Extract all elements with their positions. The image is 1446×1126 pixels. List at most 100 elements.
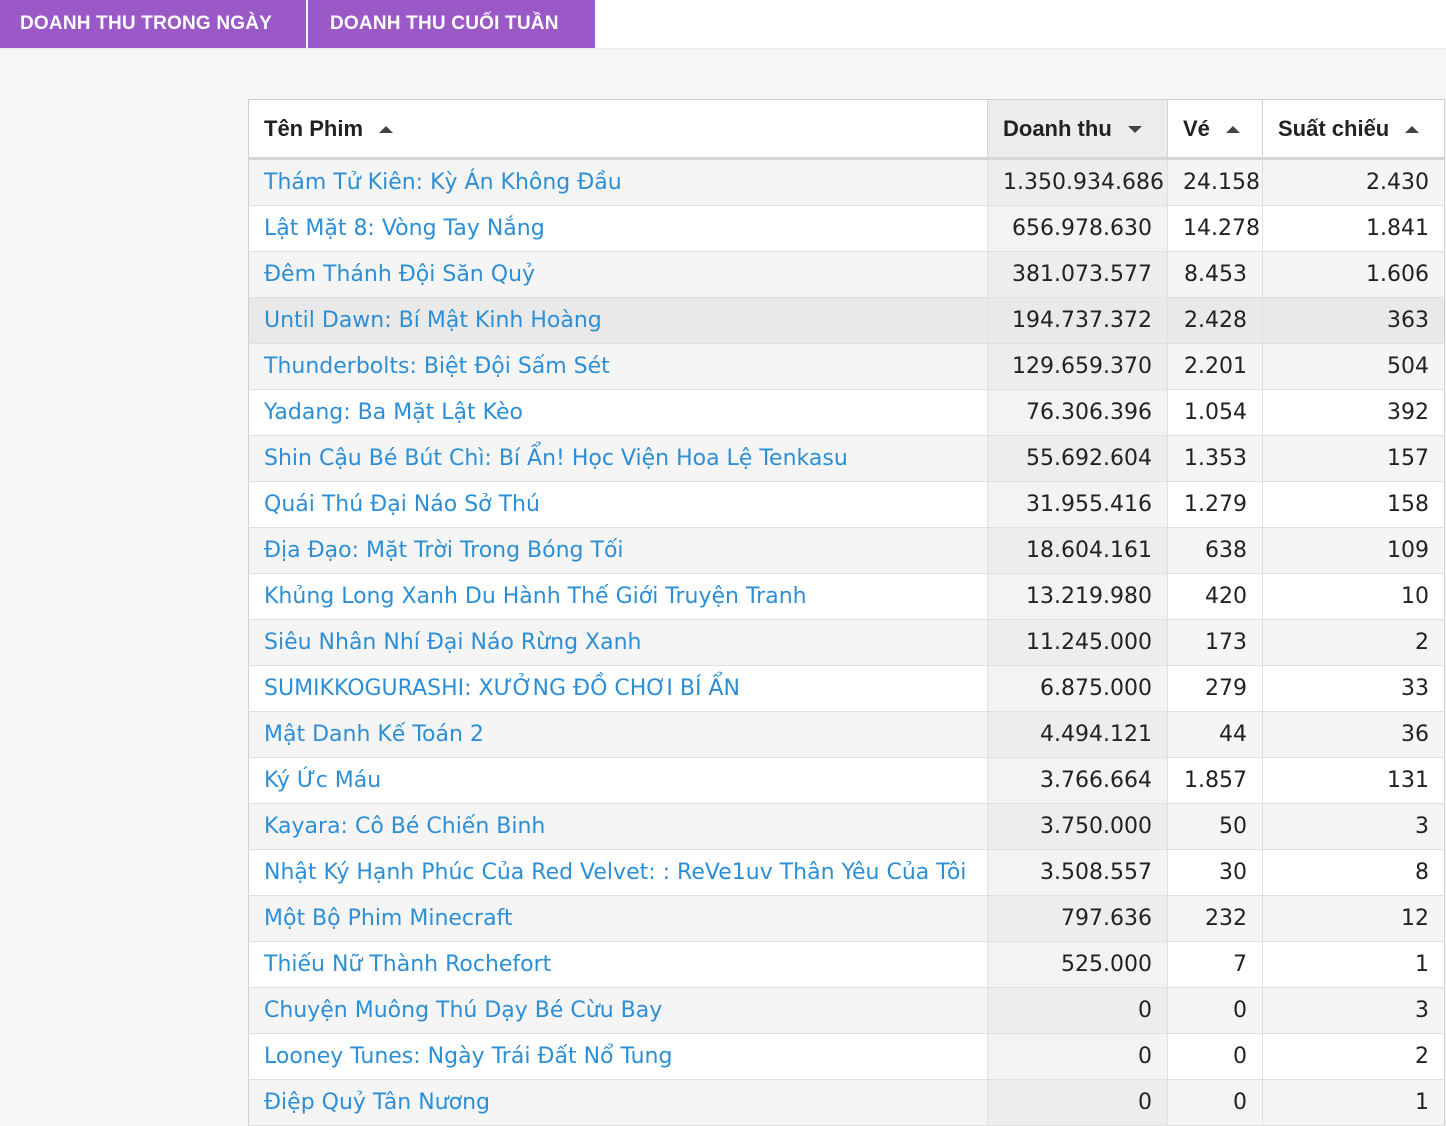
movie-title-link[interactable]: Yadang: Ba Mặt Lật Kèo xyxy=(264,400,523,425)
shows-cell: 3 xyxy=(1262,803,1445,850)
movie-title-cell: Điệp Quỷ Tân Nương xyxy=(248,1079,988,1126)
revenue-cell: 0 xyxy=(987,1079,1168,1126)
table-row: Thám Tử Kiên: Kỳ Án Không Đầu 1.350.934.6… xyxy=(248,158,1445,206)
table-row: Chuyện Muông Thú Dạy Bé Cừu Bay 0 0 3 xyxy=(248,987,1445,1034)
movie-title-cell: Ký Ức Máu xyxy=(248,757,988,804)
movie-title-link[interactable]: Siêu Nhân Nhí Đại Náo Rừng Xanh xyxy=(264,630,641,655)
table-row: Nhật Ký Hạnh Phúc Của Red Velvet: : ReVe… xyxy=(248,849,1445,896)
table-row: Điệp Quỷ Tân Nương 0 0 1 xyxy=(248,1079,1445,1126)
movie-title-cell: Yadang: Ba Mặt Lật Kèo xyxy=(248,389,988,436)
table-row: Until Dawn: Bí Mật Kinh Hoàng 194.737.372… xyxy=(248,297,1445,344)
column-header-shows[interactable]: Suất chiếu xyxy=(1262,99,1445,160)
movie-title-cell: Lật Mặt 8: Vòng Tay Nắng xyxy=(248,205,988,252)
movie-title-cell: Thám Tử Kiên: Kỳ Án Không Đầu xyxy=(248,158,988,206)
revenue-cell: 3.766.664 xyxy=(987,757,1168,804)
movie-title-link[interactable]: Mật Danh Kế Toán 2 xyxy=(264,722,484,747)
movie-title-cell: Một Bộ Phim Minecraft xyxy=(248,895,988,942)
tickets-cell: 50 xyxy=(1167,803,1263,850)
table-row: Đêm Thánh Đội Săn Quỷ 381.073.577 8.453 1.6… xyxy=(248,251,1445,298)
movie-title-cell: SUMIKKOGURASHI: XƯỞNG ĐỒ CHƠI BÍ ẨN xyxy=(248,665,988,712)
movie-title-cell: Mật Danh Kế Toán 2 xyxy=(248,711,988,758)
movie-title-cell: Nhật Ký Hạnh Phúc Của Red Velvet: : ReVe… xyxy=(248,849,988,896)
tickets-cell: 24.158 xyxy=(1167,158,1263,206)
movie-title-link[interactable]: Kayara: Cô Bé Chiến Binh xyxy=(264,814,545,839)
shows-cell: 12 xyxy=(1262,895,1445,942)
table-row: Lật Mặt 8: Vòng Tay Nắng 656.978.630 14.27… xyxy=(248,205,1445,252)
revenue-cell: 3.750.000 xyxy=(987,803,1168,850)
revenue-cell: 13.219.980 xyxy=(987,573,1168,620)
column-header-tickets[interactable]: Vé xyxy=(1167,99,1263,160)
movie-title-link[interactable]: Shin Cậu Bé Bút Chì: Bí Ẩn! Học Viện Hoa… xyxy=(264,446,848,471)
movie-title-cell: Chuyện Muông Thú Dạy Bé Cừu Bay xyxy=(248,987,988,1034)
table-header-row: Tên Phim Doanh thu Vé Suất chiếu xyxy=(248,99,1445,160)
tickets-cell: 1.857 xyxy=(1167,757,1263,804)
movie-title-link[interactable]: Looney Tunes: Ngày Trái Đất Nổ Tung xyxy=(264,1044,672,1069)
sort-asc-icon xyxy=(1225,126,1240,134)
movie-title-cell: Quái Thú Đại Náo Sở Thú xyxy=(248,481,988,528)
tickets-cell: 420 xyxy=(1167,573,1263,620)
revenue-cell: 6.875.000 xyxy=(987,665,1168,712)
movie-title-cell: Thiếu Nữ Thành Rochefort xyxy=(248,941,988,988)
table-row: Địa Đạo: Mặt Trời Trong Bóng Tối 18.604.1… xyxy=(248,527,1445,574)
revenue-cell: 55.692.604 xyxy=(987,435,1168,482)
movie-title-link[interactable]: Thiếu Nữ Thành Rochefort xyxy=(264,952,551,977)
sort-asc-icon xyxy=(379,126,394,134)
tickets-cell: 1.353 xyxy=(1167,435,1263,482)
shows-cell: 1.841 xyxy=(1262,205,1445,252)
shows-cell: 2 xyxy=(1262,1033,1445,1080)
movie-title-link[interactable]: Lật Mặt 8: Vòng Tay Nắng xyxy=(264,216,545,241)
movie-title-link[interactable]: Thám Tử Kiên: Kỳ Án Không Đầu xyxy=(264,170,622,195)
revenue-cell: 1.350.934.686 xyxy=(987,158,1168,206)
movie-title-link[interactable]: Điệp Quỷ Tân Nương xyxy=(264,1090,490,1115)
revenue-cell: 3.508.557 xyxy=(987,849,1168,896)
movie-title-cell: Siêu Nhân Nhí Đại Náo Rừng Xanh xyxy=(248,619,988,666)
tickets-cell: 173 xyxy=(1167,619,1263,666)
column-header-label: Suất chiếu xyxy=(1278,115,1390,141)
tickets-cell: 7 xyxy=(1167,941,1263,988)
tab-daily-revenue[interactable]: DOANH THU TRONG NGÀY xyxy=(0,0,308,48)
tickets-cell: 30 xyxy=(1167,849,1263,896)
column-header-label: Vé xyxy=(1183,115,1210,141)
shows-cell: 8 xyxy=(1262,849,1445,896)
revenue-cell: 656.978.630 xyxy=(987,205,1168,252)
revenue-cell: 0 xyxy=(987,1033,1168,1080)
revenue-cell: 381.073.577 xyxy=(987,251,1168,298)
shows-cell: 3 xyxy=(1262,987,1445,1034)
revenue-cell: 76.306.396 xyxy=(987,389,1168,436)
revenue-cell: 31.955.416 xyxy=(987,481,1168,528)
movie-title-link[interactable]: Until Dawn: Bí Mật Kinh Hoàng xyxy=(264,308,602,333)
shows-cell: 158 xyxy=(1262,481,1445,528)
movie-title-link[interactable]: Địa Đạo: Mặt Trời Trong Bóng Tối xyxy=(264,538,624,563)
movie-title-link[interactable]: SUMIKKOGURASHI: XƯỞNG ĐỒ CHƠI BÍ ẨN xyxy=(264,676,740,701)
column-header-title[interactable]: Tên Phim xyxy=(248,99,988,160)
table-row: Looney Tunes: Ngày Trái Đất Nổ Tung 0 0 2 xyxy=(248,1033,1445,1080)
tickets-cell: 8.453 xyxy=(1167,251,1263,298)
movie-title-link[interactable]: Thunderbolts: Biệt Đội Sấm Sét xyxy=(264,354,610,379)
movie-title-link[interactable]: Ký Ức Máu xyxy=(264,768,381,793)
movie-title-link[interactable]: Chuyện Muông Thú Dạy Bé Cừu Bay xyxy=(264,998,662,1023)
movie-title-cell: Địa Đạo: Mặt Trời Trong Bóng Tối xyxy=(248,527,988,574)
table-row: Thiếu Nữ Thành Rochefort 525.000 7 1 xyxy=(248,941,1445,988)
movie-title-link[interactable]: Khủng Long Xanh Du Hành Thế Giới Truyện … xyxy=(264,584,807,609)
tickets-cell: 0 xyxy=(1167,1079,1263,1126)
column-header-revenue[interactable]: Doanh thu xyxy=(987,99,1168,160)
table-row: Ký Ức Máu 3.766.664 1.857 131 xyxy=(248,757,1445,804)
tickets-cell: 638 xyxy=(1167,527,1263,574)
table-row: Siêu Nhân Nhí Đại Náo Rừng Xanh 11.245.00… xyxy=(248,619,1445,666)
movie-title-link[interactable]: Quái Thú Đại Náo Sở Thú xyxy=(264,492,540,517)
column-header-label: Doanh thu xyxy=(1003,115,1112,141)
movie-title-link[interactable]: Một Bộ Phim Minecraft xyxy=(264,906,513,931)
tab-weekend-revenue[interactable]: DOANH THU CUỐI TUẦN xyxy=(308,0,597,48)
movie-title-link[interactable]: Đêm Thánh Đội Săn Quỷ xyxy=(264,262,535,287)
revenue-cell: 0 xyxy=(987,987,1168,1034)
table-row: Shin Cậu Bé Bút Chì: Bí Ẩn! Học Viện Hoa… xyxy=(248,435,1445,482)
tickets-cell: 14.278 xyxy=(1167,205,1263,252)
movie-title-link[interactable]: Nhật Ký Hạnh Phúc Của Red Velvet: : ReVe… xyxy=(264,860,966,885)
shows-cell: 109 xyxy=(1262,527,1445,574)
revenue-table: Tên Phim Doanh thu Vé Suất chiếu Thám Tử… xyxy=(248,99,1445,1126)
shows-cell: 2 xyxy=(1262,619,1445,666)
tickets-cell: 0 xyxy=(1167,987,1263,1034)
movie-title-cell: Shin Cậu Bé Bút Chì: Bí Ẩn! Học Viện Hoa… xyxy=(248,435,988,482)
movie-title-cell: Looney Tunes: Ngày Trái Đất Nổ Tung xyxy=(248,1033,988,1080)
tickets-cell: 232 xyxy=(1167,895,1263,942)
